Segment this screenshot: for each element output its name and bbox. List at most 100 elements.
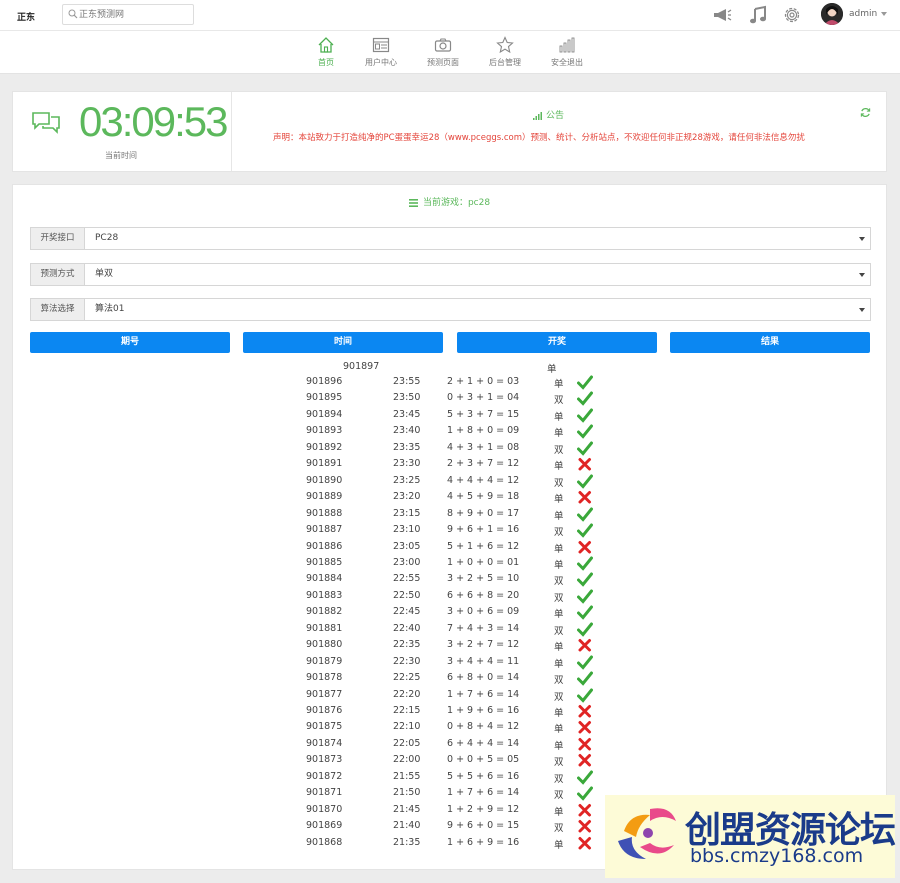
table-row: 901888 23:15 8 + 9 + 0 = 17 单 <box>13 507 886 524</box>
issue-number: 901887 <box>306 524 343 536</box>
prediction-value: 单 <box>554 559 564 571</box>
cross-icon <box>578 705 591 718</box>
prediction-value: 单 <box>554 724 564 736</box>
nav-item-predict[interactable]: 预测页面 <box>413 36 473 68</box>
signal-icon <box>533 111 542 120</box>
draw-expression: 3 + 2 + 5 = 10 <box>447 573 520 585</box>
gear-icon[interactable] <box>782 5 802 25</box>
header-result[interactable]: 结果 <box>670 332 870 353</box>
draw-expression: 1 + 8 + 0 = 09 <box>447 425 520 437</box>
megaphone-icon[interactable] <box>712 5 732 25</box>
select-api-value[interactable]: PC28 <box>95 228 118 249</box>
issue-number: 901891 <box>306 458 343 470</box>
header-time[interactable]: 时间 <box>243 332 443 353</box>
refresh-icon[interactable] <box>860 107 871 118</box>
table-row: 901893 23:40 1 + 8 + 0 = 09 单 <box>13 424 886 441</box>
draw-time: 22:10 <box>393 721 421 733</box>
draw-time: 22:35 <box>393 639 421 651</box>
home-icon <box>318 37 334 53</box>
draw-time: 23:45 <box>393 408 421 420</box>
prediction-value: 单 <box>554 543 564 555</box>
chevron-down-icon[interactable] <box>881 12 887 16</box>
draw-time: 23:40 <box>393 425 421 437</box>
notice-text: 声明：本站致力于打造纯净的PC蛋蛋幸运28（www.pceggs.com）预测、… <box>273 133 805 143</box>
cross-icon <box>578 754 591 767</box>
issue-number: 901896 <box>306 376 343 387</box>
prediction-value: 单 <box>554 839 564 851</box>
draw-expression: 9 + 6 + 0 = 15 <box>447 820 520 832</box>
draw-expression: 4 + 3 + 1 = 08 <box>447 441 520 453</box>
username[interactable]: admin <box>849 9 877 19</box>
select-algorithm-value[interactable]: 算法01 <box>95 299 124 320</box>
issue-number: 901889 <box>306 491 343 503</box>
game-title-text: 当前游戏：pc28 <box>422 198 491 208</box>
chevron-down-icon[interactable] <box>859 273 865 277</box>
issue-number: 901894 <box>306 408 343 420</box>
nav-label: 用户中心 <box>365 58 397 67</box>
table-row: 901885 23:00 1 + 0 + 0 = 01 单 <box>13 556 886 573</box>
prediction-value: 双 <box>554 675 564 687</box>
nav-item-admin[interactable]: 后台管理 <box>475 36 535 68</box>
nav-item-user-center[interactable]: 用户中心 <box>351 36 411 68</box>
prediction-value: 单 <box>554 609 564 621</box>
issue-number: 901871 <box>306 787 343 799</box>
table-row: 901882 22:45 3 + 0 + 6 = 09 单 <box>13 605 886 622</box>
select-method[interactable]: 预测方式 单双 <box>30 263 871 286</box>
draw-time: 23:20 <box>393 491 421 503</box>
chevron-down-icon[interactable] <box>859 308 865 312</box>
prediction-value: 单 <box>554 461 564 473</box>
header-issue[interactable]: 期号 <box>30 332 230 353</box>
select-method-value[interactable]: 单双 <box>95 264 113 285</box>
table-row: 901890 23:25 4 + 4 + 4 = 12 双 <box>13 474 886 491</box>
draw-time: 21:35 <box>393 836 421 848</box>
issue-number: 901875 <box>306 721 343 733</box>
nav-item-logout[interactable]: 安全退出 <box>537 36 597 68</box>
draw-time: 22:05 <box>393 737 421 749</box>
issue-number: 901873 <box>306 754 343 766</box>
draw-expression: 1 + 0 + 0 = 01 <box>447 556 520 568</box>
check-icon <box>577 408 593 423</box>
table-row: 901883 22:50 6 + 6 + 8 = 20 双 <box>13 589 886 606</box>
issue-number: 901888 <box>306 507 343 519</box>
issue-number: 901872 <box>306 770 343 782</box>
issue-number: 901877 <box>306 688 343 700</box>
draw-expression: 5 + 1 + 6 = 12 <box>447 540 520 552</box>
prediction-value: 双 <box>554 691 564 703</box>
search-input[interactable] <box>79 7 189 22</box>
chevron-down-icon[interactable] <box>859 237 865 241</box>
cross-icon <box>578 721 591 734</box>
cross-icon <box>578 836 591 850</box>
cross-icon <box>578 639 591 652</box>
music-icon[interactable] <box>748 5 768 25</box>
prediction-value: 双 <box>554 790 564 802</box>
prediction-value: 双 <box>554 757 564 769</box>
select-algorithm[interactable]: 算法选择 算法01 <box>30 298 871 321</box>
issue-number: 901876 <box>306 705 343 716</box>
current-issue: 901897 <box>343 361 380 372</box>
site-logo[interactable]: 正东 <box>17 10 35 23</box>
cross-icon <box>578 458 591 471</box>
cross-icon <box>578 820 591 833</box>
nav-item-home[interactable]: 首页 <box>296 36 356 68</box>
draw-time: 23:10 <box>393 524 421 536</box>
watermark-url: bbs.cmzy168.com <box>690 845 864 867</box>
select-api[interactable]: 开奖接口 PC28 <box>30 227 871 250</box>
issue-number: 901881 <box>306 622 343 634</box>
issue-number: 901895 <box>306 392 343 404</box>
draw-expression: 6 + 4 + 4 = 14 <box>447 737 520 749</box>
prediction-value: 单 <box>554 411 564 423</box>
nav-label: 安全退出 <box>551 58 583 67</box>
header-draw[interactable]: 开奖 <box>457 332 657 353</box>
draw-expression: 2 + 1 + 0 = 03 <box>447 376 520 387</box>
draw-time: 21:55 <box>393 770 421 782</box>
check-icon <box>577 424 593 440</box>
check-icon <box>577 507 593 522</box>
main-nav: 首页 用户中心 预测页面 后台管理 安全退出 <box>0 31 900 74</box>
avatar[interactable] <box>821 3 843 25</box>
draw-expression: 4 + 5 + 9 = 18 <box>447 491 520 503</box>
draw-expression: 2 + 3 + 7 = 12 <box>447 458 520 470</box>
bar-chart-icon <box>559 37 575 53</box>
search-box[interactable] <box>62 4 194 25</box>
table-row: 901874 22:05 6 + 4 + 4 = 14 单 <box>13 737 886 754</box>
issue-number: 901892 <box>306 441 343 453</box>
